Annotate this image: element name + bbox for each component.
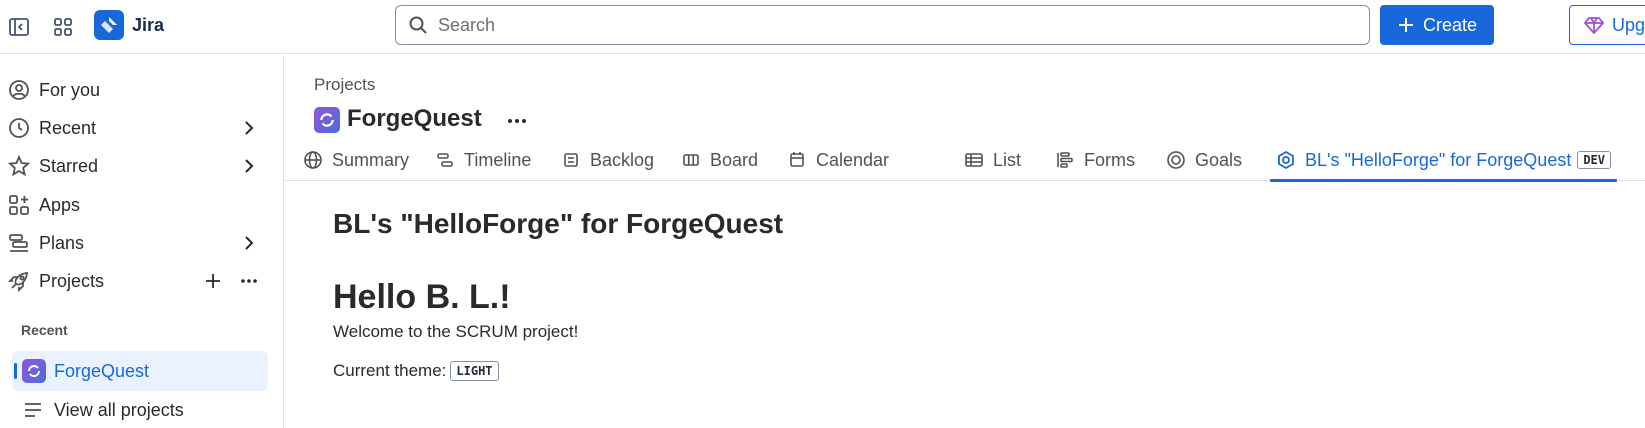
tab-label: BL's "HelloForge" for ForgeQuest xyxy=(1305,149,1572,170)
search-box[interactable] xyxy=(395,5,1370,45)
tab-label: List xyxy=(993,149,1022,170)
breadcrumb[interactable]: Projects xyxy=(314,75,375,95)
project-tabs: Summary Timeline Backlog Board Calendar xyxy=(285,139,1645,182)
theme-label: Current theme: xyxy=(333,361,447,380)
clock-icon xyxy=(8,117,30,139)
tab-calendar[interactable]: Calendar xyxy=(787,139,889,181)
sidebar: For you Recent Starred Apps Plans Projec… xyxy=(0,55,284,428)
top-navigation-bar: Jira Create Upgrade xyxy=(0,0,1645,54)
sidebar-item-label: For you xyxy=(39,79,101,100)
tab-forms[interactable]: Forms xyxy=(1055,139,1135,181)
more-options-icon[interactable] xyxy=(238,271,260,291)
forge-app-icon xyxy=(1276,150,1296,170)
recent-section-label: Recent xyxy=(21,322,68,338)
globe-icon xyxy=(303,150,323,170)
dev-badge: DEV xyxy=(1577,151,1612,169)
tab-timeline[interactable]: Timeline xyxy=(435,139,531,181)
sidebar-item-label: Recent xyxy=(39,117,97,138)
sidebar-item-label: Plans xyxy=(39,232,85,253)
tab-label: Goals xyxy=(1195,149,1243,170)
tab-summary[interactable]: Summary xyxy=(303,139,409,181)
goals-icon xyxy=(1166,150,1186,170)
add-project-icon[interactable] xyxy=(203,271,223,291)
tab-board[interactable]: Board xyxy=(681,139,758,181)
tab-goals[interactable]: Goals xyxy=(1166,139,1242,181)
welcome-text: Welcome to the SCRUM project! xyxy=(333,322,579,341)
sidebar-item-starred[interactable]: Starred xyxy=(0,148,284,184)
view-all-projects-link[interactable]: View all projects xyxy=(0,392,284,428)
list-lines-icon xyxy=(22,399,44,421)
star-icon xyxy=(8,155,30,177)
plans-icon xyxy=(8,232,30,254)
project-avatar-icon xyxy=(22,359,46,383)
backlog-icon xyxy=(561,150,581,170)
apps-icon xyxy=(8,194,30,216)
project-avatar-icon xyxy=(314,107,340,133)
upgrade-label: Upgrade xyxy=(1612,14,1645,35)
timeline-icon xyxy=(435,150,455,170)
chevron-right-icon[interactable] xyxy=(240,119,258,137)
plus-icon xyxy=(1397,16,1415,34)
search-icon xyxy=(408,15,428,35)
sidebar-item-label: Apps xyxy=(39,194,81,215)
tab-label: Board xyxy=(710,149,759,170)
app-name[interactable]: Jira xyxy=(132,13,164,37)
tab-helloforge-app[interactable]: BL's "HelloForge" for ForgeQuest DEV xyxy=(1269,139,1618,182)
view-all-label: View all projects xyxy=(54,400,184,420)
sidebar-item-for-you[interactable]: For you xyxy=(0,72,284,108)
theme-line: Current theme: LIGHT xyxy=(333,361,499,381)
sidebar-project-forgequest[interactable]: ForgeQuest xyxy=(12,351,268,391)
forms-icon xyxy=(1055,150,1075,170)
page-title: ForgeQuest xyxy=(347,105,482,132)
tab-label: Forms xyxy=(1084,149,1135,170)
collapse-sidebar-icon[interactable] xyxy=(5,13,33,41)
sidebar-item-apps[interactable]: Apps xyxy=(0,187,284,223)
board-icon xyxy=(681,150,701,170)
tab-label: Calendar xyxy=(816,149,890,170)
user-circle-icon xyxy=(8,79,30,101)
chevron-right-icon[interactable] xyxy=(240,157,258,175)
tab-label: Backlog xyxy=(590,149,655,170)
upgrade-button[interactable]: Upgrade xyxy=(1569,5,1645,45)
app-title: BL's "HelloForge" for ForgeQuest xyxy=(333,208,784,239)
create-button[interactable]: Create xyxy=(1380,5,1494,45)
tab-backlog[interactable]: Backlog xyxy=(561,139,654,181)
sidebar-item-label: Starred xyxy=(39,155,99,176)
gem-icon xyxy=(1584,16,1604,34)
theme-badge: LIGHT xyxy=(450,361,499,381)
project-label: ForgeQuest xyxy=(54,361,150,381)
selected-indicator xyxy=(14,363,17,379)
more-options-icon[interactable] xyxy=(503,110,531,132)
sidebar-item-plans[interactable]: Plans xyxy=(0,225,284,261)
sidebar-item-recent[interactable]: Recent xyxy=(0,110,284,146)
create-label: Create xyxy=(1422,14,1478,35)
jira-logo-icon[interactable] xyxy=(94,10,124,40)
sidebar-item-label: Projects xyxy=(39,270,105,291)
greeting-heading: Hello B. L.! xyxy=(333,278,511,316)
search-input[interactable] xyxy=(438,14,1338,36)
app-switcher-icon[interactable] xyxy=(49,13,77,41)
calendar-icon xyxy=(787,150,807,170)
rocket-icon xyxy=(8,270,30,292)
tab-label: Summary xyxy=(332,149,410,170)
sidebar-item-projects[interactable]: Projects xyxy=(0,263,284,299)
list-icon xyxy=(964,150,984,170)
tab-list[interactable]: List xyxy=(964,139,1021,181)
tab-label: Timeline xyxy=(464,149,532,170)
chevron-right-icon[interactable] xyxy=(240,234,258,252)
